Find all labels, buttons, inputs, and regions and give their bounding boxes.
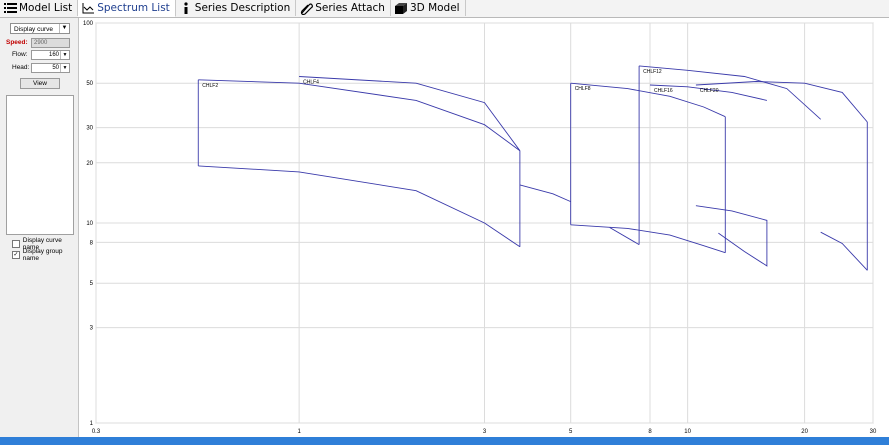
- tab-label: Series Description: [194, 2, 291, 14]
- series-label: CHLF8: [575, 86, 591, 92]
- speed-field: 2900: [31, 38, 70, 48]
- display-mode-value: Display curve: [14, 26, 54, 33]
- tab-bar: Model List Spectrum List Series Descript…: [0, 0, 889, 18]
- y-tick-label: 3: [90, 326, 94, 332]
- series-label: CHLF4: [303, 80, 319, 86]
- checkbox-box[interactable]: [12, 240, 20, 248]
- chevron-down-icon[interactable]: ▼: [60, 64, 69, 72]
- list-icon: [3, 2, 17, 15]
- chevron-down-icon[interactable]: ▼: [60, 51, 69, 59]
- y-tick-label: 10: [86, 221, 93, 227]
- tab-3d-model[interactable]: 3D Model: [390, 0, 466, 16]
- x-tick-label: 30: [870, 429, 877, 435]
- spectrum-chart-icon: [81, 2, 95, 15]
- head-value: 50: [52, 65, 59, 71]
- results-list[interactable]: [6, 95, 74, 235]
- y-tick-label: 100: [83, 21, 94, 27]
- flow-stepper[interactable]: 160 ▼: [31, 50, 70, 60]
- display-group-name-checkbox[interactable]: ✓ Display group name: [12, 248, 78, 262]
- y-tick-label: 30: [86, 126, 93, 132]
- chevron-down-icon: ▼: [59, 24, 69, 33]
- x-tick-label: 1: [297, 429, 301, 435]
- speed-label: Speed:: [6, 39, 28, 46]
- series-label: CHLF20: [700, 88, 719, 94]
- x-tick-label: 20: [801, 429, 808, 435]
- x-tick-label: 0.3: [92, 429, 101, 435]
- x-tick-label: 3: [483, 429, 487, 435]
- left-panel: Display curve ▼ Speed: 2900 Flow: 160 ▼ …: [0, 18, 79, 437]
- tab-spectrum-list[interactable]: Spectrum List: [78, 0, 176, 17]
- tab-label: Model List: [19, 2, 73, 14]
- checkbox-box[interactable]: ✓: [12, 251, 20, 259]
- taskbar: [0, 437, 889, 445]
- y-tick-label: 1: [90, 421, 94, 427]
- head-stepper[interactable]: 50 ▼: [31, 63, 70, 73]
- tab-label: Spectrum List: [97, 2, 170, 14]
- tab-series-attach[interactable]: Series Attach: [296, 0, 391, 16]
- x-tick-label: 10: [684, 429, 691, 435]
- flow-value: 160: [48, 52, 59, 58]
- speed-value: 2900: [34, 40, 48, 46]
- x-tick-label: 5: [569, 429, 573, 435]
- performance-spectrum-chart[interactable]: 0.3 1 3 5 8 10 20 30 1 3 5 8 10 20 30 50 100 CHLF2 CHLF4 CH…: [80, 18, 889, 438]
- y-tick-label: 8: [90, 240, 94, 246]
- tab-series-description[interactable]: Series Description: [175, 0, 297, 16]
- tab-label: Series Attach: [315, 2, 385, 14]
- series-label: CHLF16: [654, 88, 673, 94]
- paperclip-icon: [299, 2, 314, 15]
- series-label: CHLF2: [202, 83, 218, 89]
- display-mode-select[interactable]: Display curve ▼: [10, 23, 70, 34]
- tab-model-list[interactable]: Model List: [0, 0, 79, 16]
- y-tick-label: 5: [90, 281, 94, 287]
- flow-label: Flow:: [12, 51, 28, 58]
- info-icon: [179, 2, 193, 15]
- y-tick-label: 20: [86, 161, 93, 167]
- y-tick-label: 50: [86, 81, 93, 87]
- head-label: Head:: [12, 64, 30, 71]
- x-tick-label: 8: [648, 429, 652, 435]
- cube-icon: [394, 2, 408, 15]
- view-button[interactable]: View: [20, 78, 60, 89]
- series-label: CHLF12: [643, 69, 662, 75]
- checkbox-label: Display group name: [22, 248, 63, 262]
- tab-label: 3D Model: [409, 2, 460, 14]
